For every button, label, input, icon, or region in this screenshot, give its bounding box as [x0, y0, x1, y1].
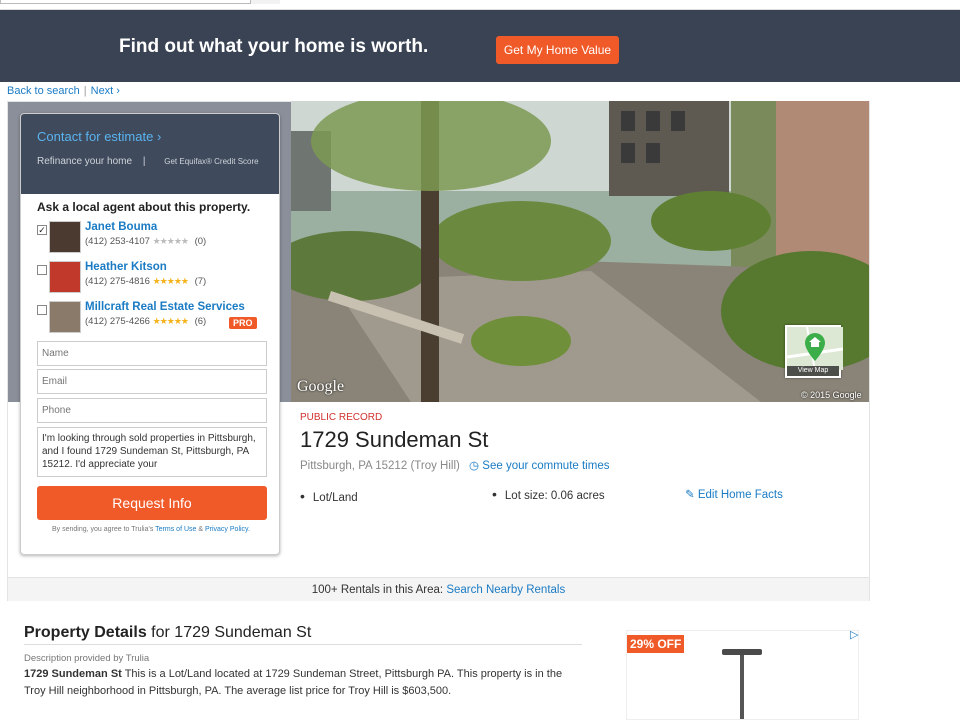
review-count: (6) [194, 316, 207, 327]
back-to-search-link[interactable]: Back to search [7, 85, 80, 97]
agent-contact: (412) 253-4107 ★★★★★ (0) [85, 236, 206, 247]
agent-name[interactable]: Millcraft Real Estate Services [85, 301, 245, 313]
property-address: 1729 Sundeman St [300, 427, 489, 452]
terms-note: By sending, you agree to Trulia's Terms … [21, 526, 281, 533]
view-map-button[interactable]: View Map [785, 325, 844, 378]
bullet-icon: • [300, 488, 305, 504]
review-count: (7) [194, 276, 207, 287]
url-go-button[interactable] [250, 0, 280, 4]
clock-icon: ◷ [469, 460, 483, 472]
view-map-label: View Map [787, 366, 839, 376]
section-title: Property Details for 1729 Sundeman St [24, 624, 311, 642]
next-link[interactable]: Next › [91, 85, 120, 97]
search-rentals-link[interactable]: Search Nearby Rentals [446, 584, 565, 596]
agent-name[interactable]: Janet Bouma [85, 221, 157, 233]
pro-badge: PRO [229, 317, 257, 329]
message-textarea[interactable]: I'm looking through sold properties in P… [37, 427, 267, 477]
rating-stars: ★★★★★ [152, 276, 189, 286]
agent-checkbox[interactable] [37, 305, 47, 315]
bullet-icon: • [492, 486, 497, 502]
email-field[interactable] [37, 369, 267, 394]
lead-form-header: Contact for estimate › Refinance your ho… [21, 114, 279, 194]
street-view-photo[interactable] [291, 101, 869, 402]
status-badge: PUBLIC RECORD [300, 412, 383, 423]
ask-agent-heading: Ask a local agent about this property. [37, 200, 251, 214]
divider [24, 644, 582, 645]
rating-stars: ★★★★★ [152, 316, 189, 326]
map-pin-icon [786, 326, 844, 371]
property-location: Pittsburgh, PA 15212 (Troy Hill) ◷ See y… [300, 458, 609, 472]
rating-stars: ★★★★★ [152, 236, 189, 246]
agent-contact: (412) 275-4816 ★★★★★ (7) [85, 276, 206, 287]
lead-form: Contact for estimate › Refinance your ho… [20, 113, 280, 555]
section-title-rest: for 1729 Sundeman St [151, 624, 312, 641]
refinance-link[interactable]: Refinance your home [37, 156, 132, 167]
state: PA [358, 460, 373, 472]
pendant-lamp-image [722, 649, 762, 719]
commute-label: See your commute times [482, 460, 610, 472]
agent-phone: (412) 275-4266 [85, 316, 150, 327]
commute-link[interactable]: ◷ See your commute times [469, 460, 609, 472]
lot-size: Lot size: 0.06 acres [504, 490, 605, 502]
get-home-value-button[interactable]: Get My Home Value [496, 36, 619, 64]
google-logo: Google [297, 378, 345, 395]
phone-field[interactable] [37, 398, 267, 423]
terms-of-use-link[interactable]: Terms of Use [155, 526, 196, 533]
promo-banner: Find out what your home is worth. Get My… [0, 10, 960, 82]
description-source: Description provided by Trulia [24, 653, 150, 664]
lot-size-fact: • Lot size: 0.06 acres [492, 486, 605, 502]
agent-checkbox[interactable] [37, 265, 47, 275]
rentals-text: 100+ Rentals in this Area: [311, 584, 444, 596]
breadcrumb-separator: | [83, 85, 87, 97]
street-view-image [291, 101, 869, 402]
ad-banner[interactable]: 29% OFF [626, 630, 859, 720]
agent-checkbox[interactable]: ✓ [37, 225, 47, 235]
agent-contact: (412) 275-4266 ★★★★★ (6) [85, 316, 206, 327]
rentals-bar: 100+ Rentals in this Area: Search Nearby… [8, 577, 869, 601]
property-type-fact: • Lot/Land [300, 488, 358, 504]
name-field[interactable] [37, 341, 267, 366]
privacy-policy-link[interactable]: Privacy Policy. [205, 526, 250, 533]
agent-photo [49, 221, 81, 253]
agent-phone: (412) 253-4107 [85, 236, 150, 247]
edit-label: Edit Home Facts [697, 489, 783, 501]
terms-and: & [198, 526, 204, 533]
agent-photo [49, 301, 81, 333]
browser-url-strip [0, 0, 960, 10]
review-count: (0) [194, 236, 207, 247]
neighborhood: (Troy Hill) [410, 460, 460, 472]
lead-form-subnav: Refinance your home | Get Equifax® Credi… [37, 156, 263, 167]
agent-row: ✓ Janet Bouma (412) 253-4107 ★★★★★ (0) [37, 221, 277, 253]
url-field[interactable] [0, 0, 280, 4]
city: Pittsburgh, [300, 460, 355, 472]
breadcrumb: Back to search | Next › [7, 85, 120, 97]
terms-prefix: By sending, you agree to Trulia's [52, 526, 154, 533]
adchoices-icon[interactable]: ▷ [850, 628, 858, 641]
agent-photo [49, 261, 81, 293]
banner-message: Find out what your home is worth. [119, 36, 429, 57]
property-description: 1729 Sundeman St This is a Lot/Land loca… [24, 666, 584, 700]
pencil-icon: ✎ [685, 489, 698, 501]
section-title-bold: Property Details [24, 624, 147, 641]
agent-row: Millcraft Real Estate Services (412) 275… [37, 301, 277, 333]
request-info-button[interactable]: Request Info [37, 486, 267, 520]
zip: 15212 [375, 460, 408, 472]
equifax-link[interactable]: Get Equifax® Credit Score [164, 157, 258, 166]
agent-phone: (412) 275-4816 [85, 276, 150, 287]
photo-copyright: © 2015 Google [801, 390, 862, 400]
description-address: 1729 Sundeman St [24, 668, 122, 680]
subnav-divider: | [142, 156, 146, 167]
edit-home-facts-link[interactable]: ✎ Edit Home Facts [685, 487, 783, 501]
contact-for-estimate-link[interactable]: Contact for estimate › [37, 129, 263, 144]
agent-row: Heather Kitson (412) 275-4816 ★★★★★ (7) [37, 261, 277, 293]
property-type: Lot/Land [312, 492, 358, 504]
agent-name[interactable]: Heather Kitson [85, 261, 167, 273]
